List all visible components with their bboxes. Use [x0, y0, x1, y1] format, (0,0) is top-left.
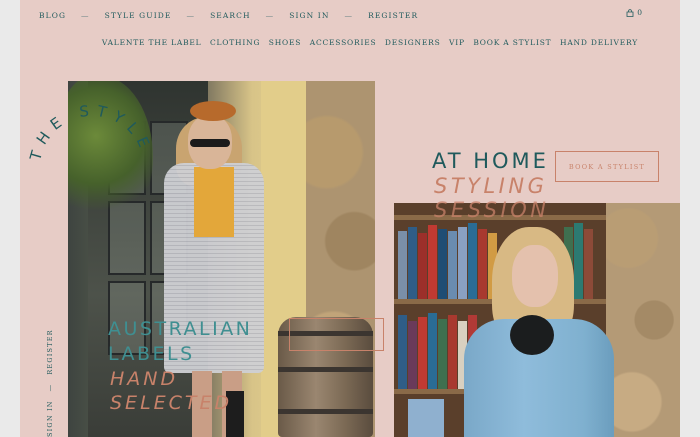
bag-icon: [626, 8, 634, 17]
nav-shoes[interactable]: SHOES: [269, 38, 301, 47]
separator: —: [186, 10, 196, 20]
blog-link[interactable]: BLOG: [39, 11, 66, 20]
cart-button[interactable]: 0: [626, 8, 642, 17]
main-nav: VALENTE THE LABEL CLOTHING SHOES ACCESSO…: [102, 38, 638, 47]
book-a-stylist-button[interactable]: BOOK A STYLIST: [555, 151, 659, 182]
feature-heading-line-2: LABELS: [108, 343, 195, 365]
circular-text-path: THE STYLE: [26, 102, 149, 164]
nav-hand-delivery[interactable]: HAND DELIVERY: [560, 38, 638, 47]
feature-heading-line-1: AUSTRALIAN: [108, 318, 253, 340]
cart-count: 0: [637, 8, 642, 17]
side-sign-in-link[interactable]: SIGN IN: [46, 400, 54, 437]
top-utility-nav: BLOG — STYLE GUIDE — SEARCH — SIGN IN — …: [39, 9, 418, 21]
nav-valente-the-label[interactable]: VALENTE THE LABEL: [102, 38, 202, 47]
nav-vip[interactable]: VIP: [449, 38, 465, 47]
hero-heading-line-2: STYLING: [434, 174, 548, 198]
svg-text:THE STYLE: THE STYLE: [26, 102, 156, 164]
page: BLOG — STYLE GUIDE — SEARCH — SIGN IN — …: [20, 0, 680, 437]
nav-book-a-stylist[interactable]: BOOK A STYLIST: [473, 38, 551, 47]
style-guide-link[interactable]: STYLE GUIDE: [105, 11, 172, 20]
side-account-nav: SIGN IN — REGISTER: [46, 329, 54, 437]
separator: —: [81, 10, 90, 20]
circular-brand-text: THE STYLE: [26, 102, 156, 164]
feature-heading-line-4: SELECTED: [110, 392, 233, 414]
hero-heading-line-1: AT HOME: [432, 149, 549, 173]
search-link[interactable]: SEARCH: [210, 11, 251, 20]
separator: —: [344, 10, 354, 20]
register-link[interactable]: REGISTER: [368, 11, 418, 20]
nav-clothing[interactable]: CLOTHING: [210, 38, 260, 47]
separator: —: [46, 383, 54, 392]
feature-outline-box: [289, 318, 384, 351]
hero-photo-right: [394, 203, 680, 437]
separator: —: [265, 10, 275, 20]
feature-heading-line-3: HAND: [110, 368, 179, 390]
nav-accessories[interactable]: ACCESSORIES: [310, 38, 377, 47]
nav-designers[interactable]: DESIGNERS: [385, 38, 441, 47]
side-register-link[interactable]: REGISTER: [46, 329, 54, 374]
hero-heading-line-3: SESSION: [434, 198, 550, 222]
sign-in-link[interactable]: SIGN IN: [289, 11, 329, 20]
model-right: [464, 223, 624, 437]
